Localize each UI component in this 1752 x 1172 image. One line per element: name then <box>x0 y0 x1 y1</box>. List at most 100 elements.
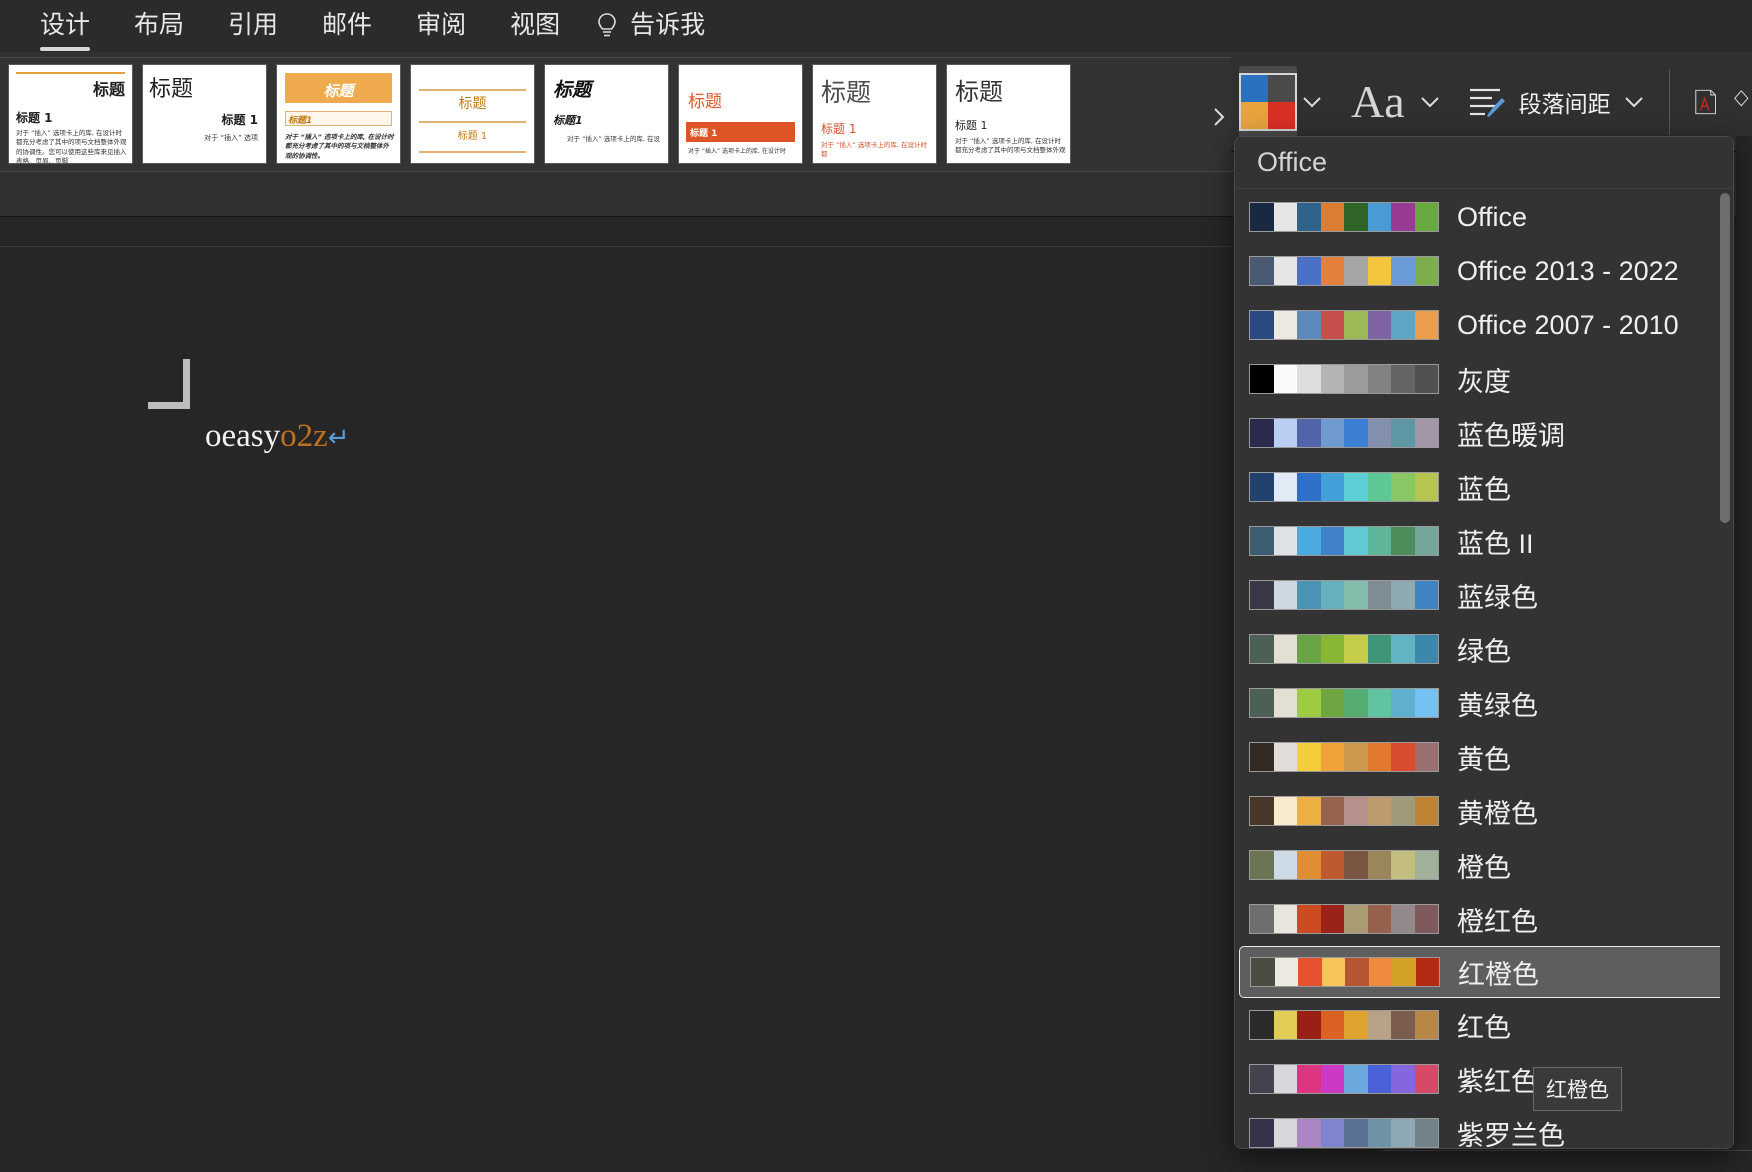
color-swatch <box>1414 1119 1438 1147</box>
theme-thumb-2[interactable]: 标题 标题 1 对于 “插入” 选项 <box>143 65 266 163</box>
color-swatch <box>1344 743 1368 771</box>
page-color-icon[interactable] <box>1731 74 1752 130</box>
color-theme-row[interactable]: 橙红色 <box>1239 892 1729 946</box>
color-theme-row[interactable]: 紫红色 <box>1239 1052 1729 1106</box>
color-theme-row[interactable]: 蓝色暖调 <box>1239 406 1729 460</box>
gallery-more-button[interactable] <box>1208 102 1230 132</box>
color-swatch <box>1391 581 1415 609</box>
watermark-icon[interactable] <box>1693 74 1717 130</box>
color-theme-row[interactable]: 黄色 <box>1239 730 1729 784</box>
color-swatch <box>1297 635 1321 663</box>
color-theme-row[interactable]: 紫罗兰色 <box>1239 1106 1729 1148</box>
color-swatch <box>1320 635 1344 663</box>
ribbon-tab-review[interactable]: 审阅 <box>394 1 488 51</box>
paragraph-spacing-button[interactable]: 段落间距 <box>1467 84 1611 120</box>
ribbon-tab-layout[interactable]: 布局 <box>112 1 206 51</box>
document-text-plain: oeasy <box>205 418 281 454</box>
color-swatch <box>1273 257 1297 285</box>
quad-1 <box>1241 74 1268 102</box>
color-theme-label: 灰度 <box>1457 366 1511 397</box>
color-theme-row[interactable]: Office <box>1239 190 1729 244</box>
colors-button[interactable] <box>1239 65 1297 138</box>
color-theme-swatch-strip <box>1249 1010 1439 1040</box>
theme-gallery-frame: 标题 标题 1 对于 “插入” 选项卡上的库, 在设计时都充分考虑了其中的项与文… <box>0 57 1237 172</box>
color-swatch <box>1250 1065 1274 1093</box>
color-swatch <box>1250 905 1274 933</box>
color-swatch <box>1250 311 1274 339</box>
thumb-heading: 标题 1 <box>457 131 488 142</box>
color-theme-row[interactable]: 橙色 <box>1239 838 1729 892</box>
color-swatch <box>1344 203 1368 231</box>
color-theme-row[interactable]: 蓝色 <box>1239 460 1729 514</box>
color-theme-swatch-strip <box>1249 688 1439 718</box>
color-theme-row[interactable]: 黄绿色 <box>1239 676 1729 730</box>
color-theme-row[interactable]: 蓝绿色 <box>1239 568 1729 622</box>
tell-me-label: 告诉我 <box>630 11 706 39</box>
theme-thumb-3[interactable]: 标题 标题1 对于 “插入” 选项卡上的库, 在设计时都充分考虑了其中的项与文档… <box>277 65 400 163</box>
document-canvas[interactable]: oeasyo2z↵ <box>0 248 1231 1172</box>
dropdown-scrollbar[interactable] <box>1720 193 1730 1142</box>
color-swatch <box>1367 1011 1391 1039</box>
paragraph-dropdown-chevron[interactable] <box>1623 89 1645 115</box>
theme-thumb-1[interactable]: 标题 标题 1 对于 “插入” 选项卡上的库, 在设计时都充分考虑了其中的项与文… <box>9 65 132 163</box>
color-swatch <box>1297 527 1321 555</box>
theme-thumb-7[interactable]: 标题 标题 1 对于 “插入” 选项卡上的库, 在设计时都 <box>813 65 936 163</box>
lightbulb-icon <box>598 13 616 37</box>
chevron-right-icon <box>1214 108 1225 126</box>
color-theme-row[interactable]: 绿色 <box>1239 622 1729 676</box>
color-theme-row[interactable]: 黄橙色 <box>1239 784 1729 838</box>
fonts-dropdown-chevron[interactable] <box>1419 89 1441 115</box>
color-theme-label: Office 2013 - 2022 <box>1457 255 1679 286</box>
fonts-button[interactable]: Aa <box>1351 78 1405 125</box>
color-swatch <box>1344 905 1368 933</box>
colors-dropdown-chevron[interactable] <box>1301 89 1323 115</box>
dropdown-scrollbar-thumb[interactable] <box>1720 193 1730 523</box>
color-swatch <box>1414 419 1438 447</box>
color-swatch <box>1391 851 1415 879</box>
thumb-heading: 标题1 <box>288 116 313 126</box>
ribbon-tab-references[interactable]: 引用 <box>206 1 300 51</box>
color-swatch <box>1297 311 1321 339</box>
quad-4 <box>1268 101 1295 129</box>
tell-me-button[interactable]: 告诉我 <box>582 1 707 51</box>
document-ruler[interactable] <box>0 217 1231 247</box>
color-swatch <box>1414 905 1438 933</box>
color-swatch <box>1391 311 1415 339</box>
color-swatch <box>1273 203 1297 231</box>
color-theme-swatch-strip <box>1249 904 1439 934</box>
color-swatch <box>1414 797 1438 825</box>
ribbon-tab-design[interactable]: 设计 <box>18 1 112 51</box>
color-swatch <box>1250 1119 1274 1147</box>
color-swatch <box>1391 419 1415 447</box>
color-swatch <box>1414 257 1438 285</box>
color-theme-list[interactable]: Office Office 2013 - 2022 Office 2007 - 20… <box>1235 190 1733 1148</box>
color-theme-label: 橙色 <box>1457 852 1511 883</box>
color-theme-row[interactable]: Office 2007 - 2010 <box>1239 298 1729 352</box>
color-swatch <box>1320 797 1344 825</box>
color-theme-swatch-strip <box>1249 850 1439 880</box>
theme-thumb-4[interactable]: 标题 标题 1 <box>411 65 534 163</box>
color-swatch <box>1250 581 1274 609</box>
color-theme-row[interactable]: 红橙色 <box>1239 946 1729 998</box>
color-swatch <box>1368 958 1392 986</box>
document-text-line[interactable]: oeasyo2z↵ <box>205 418 350 455</box>
color-swatch <box>1320 419 1344 447</box>
theme-thumb-6[interactable]: 标题 标题 1 对于 “插入” 选项卡上的库, 在设计时 <box>679 65 802 163</box>
color-swatch <box>1273 905 1297 933</box>
color-swatch <box>1273 851 1297 879</box>
color-theme-row[interactable]: Office 2013 - 2022 <box>1239 244 1729 298</box>
thumb-body: 对于 “插入” 选项卡上的库, 在设计时都充分考虑了其中的项与文档整体外观 <box>955 137 1066 155</box>
color-swatch <box>1320 473 1344 501</box>
color-swatch <box>1297 1065 1321 1093</box>
color-theme-row[interactable]: 红色 <box>1239 998 1729 1052</box>
color-theme-row[interactable]: 蓝色 II <box>1239 514 1729 568</box>
color-swatch <box>1250 473 1274 501</box>
color-theme-row[interactable]: 灰度 <box>1239 352 1729 406</box>
theme-thumb-8[interactable]: 标题 标题 1 对于 “插入” 选项卡上的库, 在设计时都充分考虑了其中的项与文… <box>947 65 1070 163</box>
color-swatch <box>1297 1011 1321 1039</box>
ribbon-tab-mailings[interactable]: 邮件 <box>300 1 394 51</box>
theme-thumb-5[interactable]: 标题 标题1 对于 “插入” 选项卡上的库, 在设 <box>545 65 668 163</box>
color-swatch <box>1320 851 1344 879</box>
color-swatch <box>1414 311 1438 339</box>
ribbon-tab-view[interactable]: 视图 <box>488 1 582 51</box>
